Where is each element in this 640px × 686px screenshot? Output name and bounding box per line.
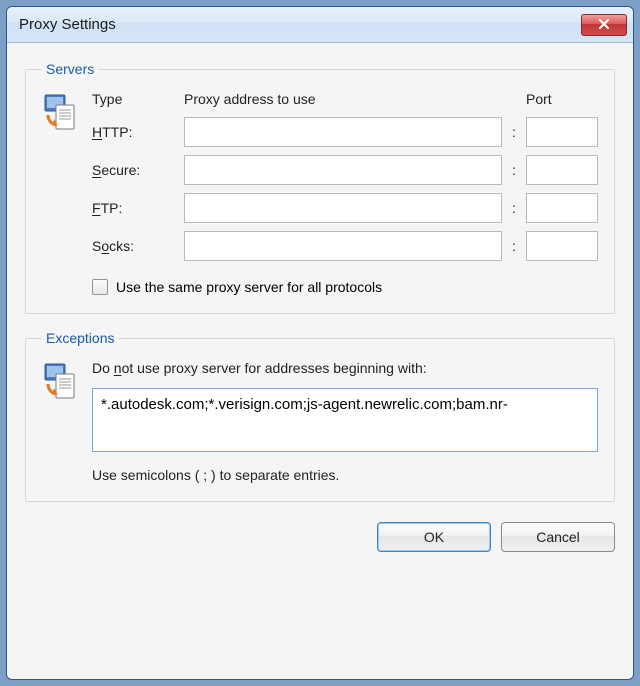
same-server-label[interactable]: Use the same proxy server for all protoc… bbox=[116, 279, 382, 295]
colon: : bbox=[508, 162, 520, 178]
socks-address-input[interactable] bbox=[184, 231, 502, 261]
servers-legend: Servers bbox=[42, 61, 98, 77]
close-button[interactable] bbox=[581, 14, 627, 36]
same-server-checkbox[interactable] bbox=[92, 279, 108, 295]
close-icon bbox=[598, 17, 610, 33]
dialog-client: Servers Type Proxy bbox=[7, 43, 633, 679]
col-header-address: Proxy address to use bbox=[184, 91, 502, 113]
ftp-label: FTP: bbox=[92, 200, 178, 216]
proxy-settings-window: Proxy Settings Servers bbox=[6, 6, 634, 680]
exceptions-label: Do not use proxy server for addresses be… bbox=[92, 360, 598, 376]
dialog-footer: OK Cancel bbox=[25, 518, 615, 552]
socks-port-input[interactable] bbox=[526, 231, 598, 261]
http-port-input[interactable] bbox=[526, 117, 598, 147]
exceptions-group: Exceptions Do not use proxy bbox=[25, 330, 615, 502]
exceptions-hint: Use semicolons ( ; ) to separate entries… bbox=[92, 467, 598, 483]
col-header-port: Port bbox=[526, 91, 598, 113]
ftp-port-input[interactable] bbox=[526, 193, 598, 223]
window-title: Proxy Settings bbox=[19, 16, 581, 33]
ok-button[interactable]: OK bbox=[377, 522, 491, 552]
colon: : bbox=[508, 200, 520, 216]
exceptions-legend: Exceptions bbox=[42, 330, 118, 346]
secure-address-input[interactable] bbox=[184, 155, 502, 185]
exceptions-textarea[interactable] bbox=[92, 388, 598, 452]
socks-label: Socks: bbox=[92, 238, 178, 254]
secure-port-input[interactable] bbox=[526, 155, 598, 185]
ftp-address-input[interactable] bbox=[184, 193, 502, 223]
same-server-row: Use the same proxy server for all protoc… bbox=[92, 279, 598, 295]
http-label: HTTP: bbox=[92, 124, 178, 140]
titlebar: Proxy Settings bbox=[7, 7, 633, 43]
colon: : bbox=[508, 238, 520, 254]
servers-group: Servers Type Proxy bbox=[25, 61, 615, 314]
servers-icon bbox=[42, 91, 86, 133]
cancel-button[interactable]: Cancel bbox=[501, 522, 615, 552]
secure-label: Secure: bbox=[92, 162, 178, 178]
http-address-input[interactable] bbox=[184, 117, 502, 147]
exceptions-icon bbox=[42, 360, 86, 402]
colon: : bbox=[508, 124, 520, 140]
col-header-type: Type bbox=[92, 91, 178, 113]
